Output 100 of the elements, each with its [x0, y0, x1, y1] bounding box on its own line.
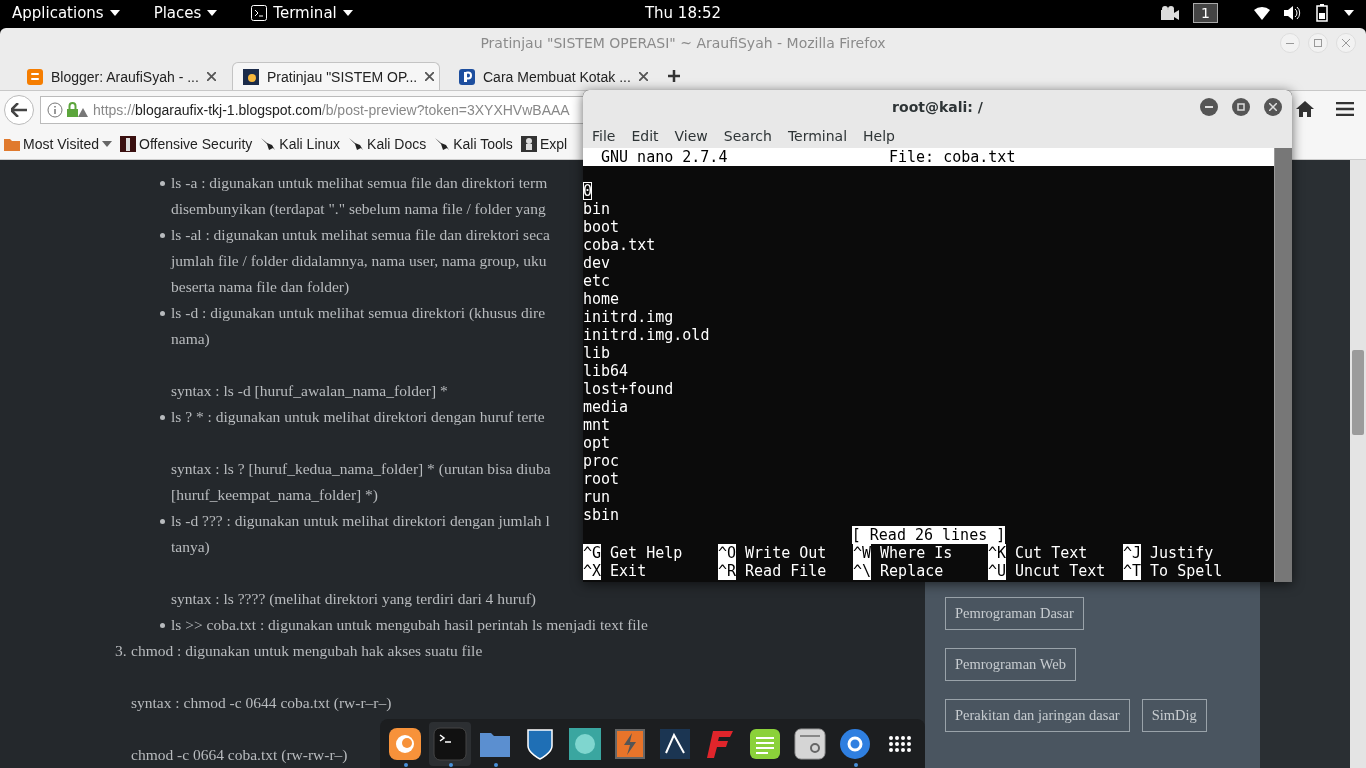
article-text: ls -d : digunakan untuk melihat semua direktori (khusus dire: [171, 303, 546, 323]
bullet-icon: [160, 181, 165, 186]
browser-icon[interactable]: [388, 726, 422, 761]
caret-icon: [109, 10, 120, 16]
battery-icon[interactable]: [1316, 4, 1330, 22]
bookmark-item[interactable]: Offensive Security: [120, 136, 253, 152]
nano-header: GNU nano 2.7.4 File: coba.txt: [583, 148, 1276, 166]
menu-item[interactable]: Help: [863, 128, 895, 144]
article-text: ls -al : digunakan untuk melihat semua file dan direktori seca: [171, 225, 550, 245]
label-tag[interactable]: Pemrograman Dasar: [945, 597, 1084, 630]
shortcut-key: ^K: [988, 544, 1007, 562]
shortcut-key: ^R: [718, 562, 737, 580]
file-line: coba.txt: [583, 236, 656, 254]
notes-icon[interactable]: [748, 726, 782, 761]
maximize-button[interactable]: [1232, 98, 1250, 116]
close-icon[interactable]: [425, 72, 435, 81]
label-tag[interactable]: SimDig: [1141, 699, 1207, 732]
shortcut-label: To Spell: [1150, 562, 1223, 580]
scrollbar[interactable]: [1274, 148, 1292, 582]
menu-item[interactable]: Terminal: [787, 128, 848, 144]
back-button[interactable]: [4, 95, 34, 125]
back-arrow-icon: [11, 103, 27, 117]
avatar-icon[interactable]: [568, 726, 602, 761]
article-text: [huruf_keempat_nama_folder] *): [171, 485, 378, 505]
menu-item[interactable]: File: [592, 128, 616, 144]
top-menu[interactable]: Applications: [12, 4, 120, 22]
caret-icon: [207, 10, 218, 16]
clock[interactable]: Thu 18:52: [644, 4, 722, 22]
top-menu[interactable]: Terminal: [251, 4, 353, 22]
shortcut-label: Read File: [745, 562, 827, 580]
label-tag[interactable]: Pemrograman Web: [945, 648, 1076, 681]
shortcut-key: ^G: [583, 544, 602, 562]
shortcut-label: Uncut Text: [1015, 562, 1106, 580]
bullet-icon: [160, 233, 165, 238]
bookmark-item[interactable]: Expl: [520, 136, 568, 152]
close-icon[interactable]: [206, 72, 216, 81]
shortcut-label: Justify: [1150, 544, 1214, 562]
file-line: dev: [583, 254, 611, 272]
label-tag[interactable]: Perakitan dan jaringan dasar: [945, 699, 1130, 732]
workspace-indicator[interactable]: 1: [1193, 3, 1218, 23]
maximize-icon: [1237, 103, 1245, 111]
article-text: syntax : ls ???? (melihat direktori yang terdiri dari 4 huruf): [171, 589, 536, 609]
file-line: run: [583, 488, 611, 506]
wifi-icon[interactable]: [1254, 6, 1270, 20]
article-text: syntax : ls -d [huruf_awalan_nama_folder] *: [171, 381, 448, 401]
menu-icon[interactable]: [1336, 102, 1354, 116]
article-text: chmod : digunakan untuk mengubah hak akses suatu file: [131, 641, 483, 661]
file-line: sbin: [583, 506, 620, 524]
browser-tab[interactable]: Cara Membuat Kotak ...: [448, 62, 656, 90]
lightning-icon[interactable]: [613, 726, 647, 761]
bullet-icon: [160, 623, 165, 628]
shortcut-key: ^W: [853, 544, 872, 562]
app-icon[interactable]: [838, 726, 872, 761]
close-icon[interactable]: [638, 72, 648, 81]
page-thumbnail-icon: [243, 68, 259, 85]
shortcut-key: ^O: [718, 544, 737, 562]
bookmark-item[interactable]: Kali Docs: [348, 136, 427, 152]
file-line: boot: [583, 218, 620, 236]
maximize-button[interactable]: [1308, 33, 1328, 53]
article-text: jumlah file / folder didalamnya, nama user, nama group, uku: [171, 251, 547, 271]
bookmark-item[interactable]: Kali Linux: [260, 136, 341, 152]
info-icon[interactable]: [47, 102, 63, 118]
caret-icon: [102, 141, 112, 147]
minimize-button[interactable]: [1200, 98, 1218, 116]
close-button[interactable]: [1336, 33, 1356, 53]
file-line: lost+found: [583, 380, 674, 398]
bullet-icon: [160, 311, 165, 316]
bookmark-item[interactable]: Kali Tools: [434, 136, 513, 152]
terminal-icon[interactable]: [433, 726, 467, 761]
terminal-icon: [251, 5, 268, 21]
top-menu[interactable]: Places: [153, 4, 218, 22]
bookmark-icon: [120, 136, 136, 152]
file-line: lib: [583, 344, 611, 362]
close-button[interactable]: [1264, 98, 1282, 116]
file-line: 0: [583, 182, 593, 200]
maximize-icon: [1314, 39, 1322, 47]
camera-icon[interactable]: [1161, 6, 1180, 20]
close-icon: [1342, 39, 1350, 47]
bookmark-item[interactable]: Most Visited: [4, 136, 112, 152]
window-title: root@kali: /: [892, 99, 983, 115]
minimize-icon: [1286, 42, 1294, 44]
menu-item[interactable]: Edit: [631, 128, 659, 144]
browser-tab[interactable]: Pratinjau "SISTEM OP...: [232, 62, 440, 90]
volume-icon[interactable]: [1284, 6, 1302, 20]
scrollbar[interactable]: [1350, 160, 1366, 768]
bullet-icon: [160, 415, 165, 420]
menu-item[interactable]: Search: [723, 128, 772, 144]
close-icon: [1269, 103, 1277, 111]
article-text: ls -a : digunakan untuk melihat semua file dan direktori term: [171, 173, 548, 193]
browser-tab[interactable]: Blogger: AraufiSyah - ...: [16, 62, 224, 90]
lock-warning-icon[interactable]: [67, 102, 89, 118]
article-text: tanya): [171, 537, 210, 557]
panel-icon[interactable]: [793, 726, 827, 761]
home-icon[interactable]: [1296, 101, 1314, 117]
article-text: ls ? * : digunakan untuk melihat direktori dengan huruf terte: [171, 407, 545, 427]
new-tab-icon[interactable]: [668, 70, 680, 82]
menu-item[interactable]: View: [674, 128, 708, 144]
scrollbar-thumb[interactable]: [1352, 350, 1364, 435]
shortcut-label: Where Is: [880, 544, 953, 562]
bookmark-icon: [520, 136, 537, 152]
